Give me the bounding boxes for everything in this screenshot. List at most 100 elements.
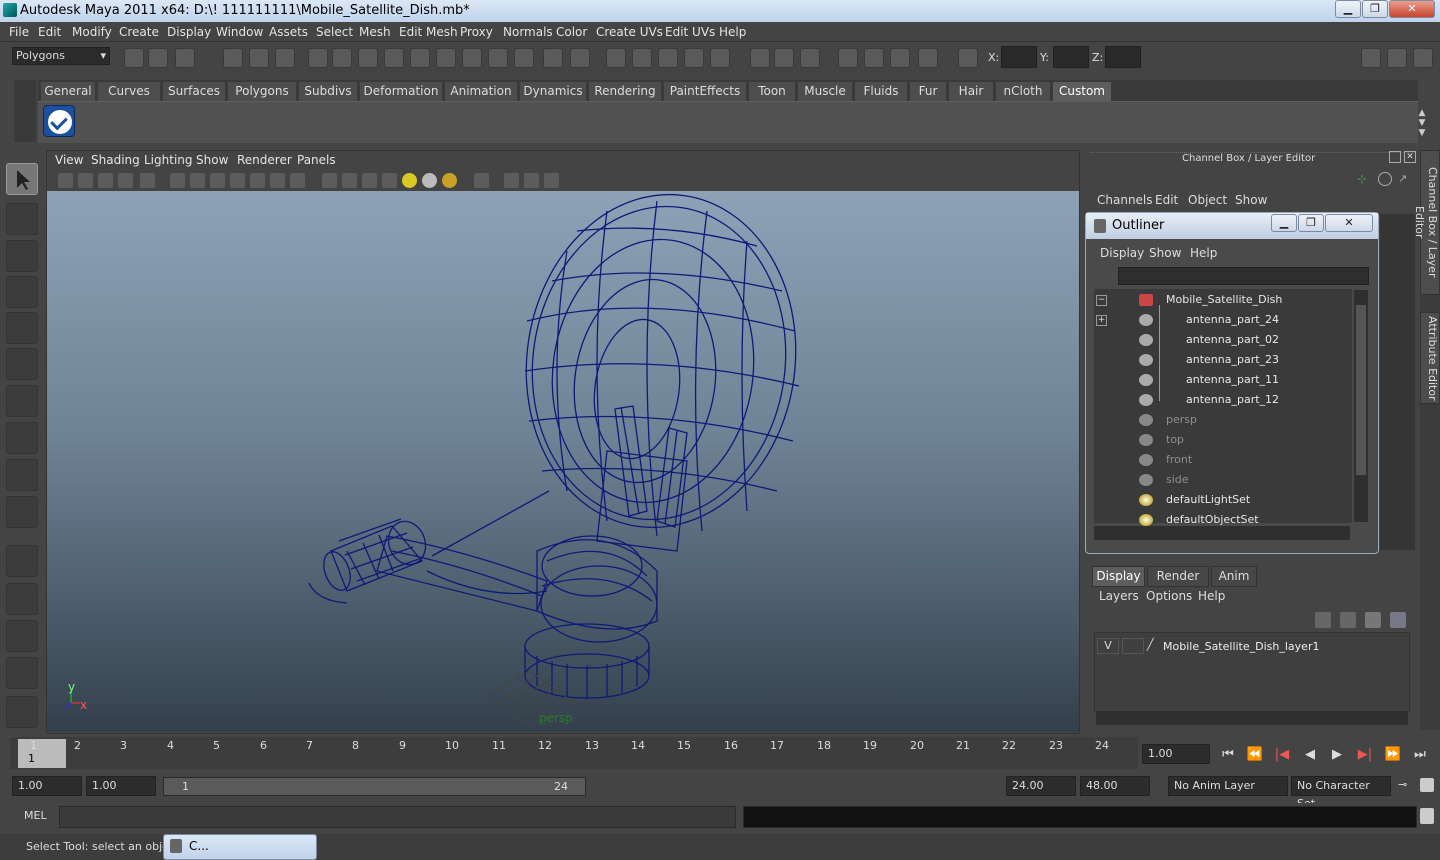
snap-point-icon[interactable] [384,48,404,68]
vp-menu-shading[interactable]: Shading [91,153,140,167]
wireframe-icon[interactable] [322,173,337,188]
open-scene-icon[interactable] [148,48,168,68]
outliner-minimize-button[interactable]: ▁ [1271,214,1297,232]
shelf-tab-fluids[interactable]: Fluids [854,81,908,101]
tool-settings-icon[interactable] [1387,48,1407,68]
outliner-item[interactable]: antenna_part_11 [1186,373,1279,386]
new-layer-selected-icon[interactable] [1390,612,1406,628]
outliner-filter-field[interactable] [1118,267,1369,285]
safe-title-icon[interactable] [290,173,305,188]
outliner-item[interactable]: persp [1166,413,1197,426]
textured-icon[interactable] [382,173,397,188]
outliner-maximize-button[interactable]: ❐ [1298,214,1324,232]
menu-file[interactable]: File [9,25,29,39]
input-ops-icon[interactable] [606,48,626,68]
layers-menu-layers[interactable]: Layers [1099,589,1139,603]
outliner-scroll-thumb[interactable] [1356,305,1366,475]
save-scene-icon[interactable] [175,48,195,68]
lasso-tool-icon[interactable] [6,203,38,235]
go-to-end-icon[interactable]: ⏭ [1410,746,1430,764]
shelf-handle[interactable] [14,80,36,142]
ipr-icon[interactable] [918,48,938,68]
layers-menu-help[interactable]: Help [1198,589,1225,603]
menu-set-dropdown[interactable]: Polygons ▾ [12,47,110,65]
shelf-tab-painteffects[interactable]: PaintEffects [663,81,747,101]
collapse-icon[interactable]: − [1096,295,1107,306]
step-back-frame-icon[interactable]: |◀ [1272,746,1292,764]
grid-icon[interactable] [170,173,185,188]
command-input[interactable] [59,806,736,828]
menu-display[interactable]: Display [167,25,211,39]
layer-visibility-toggle[interactable]: V [1097,638,1119,654]
check-icon[interactable] [43,105,75,137]
resolution-gate-icon[interactable] [210,173,225,188]
menu-edit[interactable]: Edit [38,25,61,39]
snap-plane-icon[interactable] [410,48,430,68]
layer-color-swatch[interactable]: ╱ [1147,638,1161,654]
attribute-editor-icon[interactable] [1413,48,1433,68]
vp-menu-view[interactable]: View [55,153,83,167]
play-backwards-icon[interactable]: ◀ [1300,746,1320,764]
menu-proxy[interactable]: Proxy [460,25,493,39]
select-component-icon[interactable] [275,48,295,68]
paint-select-tool-icon[interactable] [6,240,38,272]
gate-mask-icon[interactable] [230,173,245,188]
float-panel-icon[interactable] [1389,151,1401,163]
outliner-item[interactable]: defaultLightSet [1166,493,1250,506]
channel-icon-b[interactable] [1378,172,1392,186]
playback-end-field[interactable]: 24.00 [1006,776,1076,796]
film-gate-icon[interactable] [190,173,205,188]
layer-tab-display[interactable]: Display [1092,566,1145,587]
channel-icon-a[interactable]: ⊹ [1357,172,1371,186]
menu-mesh[interactable]: Mesh [359,25,391,39]
outliner-menu-show[interactable]: Show [1149,246,1181,260]
history-icon[interactable] [570,48,590,68]
shelf-tab-curves[interactable]: Curves [97,81,161,101]
render-settings-icon[interactable] [800,48,820,68]
outliner-item[interactable]: antenna_part_24 [1186,313,1279,326]
layer-tab-render[interactable]: Render [1147,566,1209,587]
snap-together-icon[interactable] [710,48,730,68]
menu-create[interactable]: Create [119,25,159,39]
outliner-horizontal-scrollbar[interactable] [1094,526,1350,540]
move-layer-up-icon[interactable] [1315,612,1331,628]
menu-select[interactable]: Select [316,25,353,39]
four-view-layout-icon[interactable] [6,583,38,615]
all-lights-icon[interactable] [422,173,437,188]
lock-icon[interactable] [543,48,563,68]
new-layer-icon[interactable] [1365,612,1381,628]
layer-playback-toggle[interactable] [1122,638,1144,654]
range-slider[interactable] [163,777,586,796]
current-frame-marker[interactable] [18,739,66,768]
z-field[interactable] [1105,46,1141,68]
step-back-key-icon[interactable]: ⏪ [1245,746,1265,764]
close-panel-icon[interactable]: ✕ [1404,151,1416,163]
last-tool-icon[interactable] [6,496,38,528]
mask-dropdown-icon[interactable] [308,48,328,68]
bookmark-icon[interactable] [98,173,113,188]
move-tool-icon[interactable] [6,276,38,308]
shadows-icon[interactable] [442,173,457,188]
isolate-select-icon[interactable] [474,173,489,188]
outliner-item[interactable]: antenna_part_02 [1186,333,1279,346]
hypershade-layout-icon[interactable] [6,696,38,728]
cb-menu-edit[interactable]: Edit [1155,193,1178,207]
step-forward-frame-icon[interactable]: ▶| [1355,746,1375,764]
layers-menu-options[interactable]: Options [1146,589,1192,603]
hypershade-icon[interactable] [890,48,910,68]
current-time-field[interactable]: 1.00 [1142,744,1210,764]
outliner-item[interactable]: defaultObjectSet [1166,513,1259,526]
clapboard-icon[interactable] [864,48,884,68]
rotate-tool-icon[interactable] [6,312,38,344]
shelf-tab-muscle[interactable]: Muscle [797,81,853,101]
maximize-button[interactable]: ❐ [1362,0,1388,18]
scale-tool-icon[interactable] [6,348,38,380]
cb-menu-show[interactable]: Show [1235,193,1267,207]
xray-icon[interactable] [504,173,519,188]
key-icon[interactable]: ⊸ [1398,778,1412,792]
cb-menu-channels[interactable]: Channels [1097,193,1153,207]
menu-edit-mesh[interactable]: Edit Mesh [399,25,458,39]
channel-box-toggle-icon[interactable] [1361,48,1381,68]
layer-horizontal-scrollbar[interactable] [1096,711,1408,725]
xray-joints-icon[interactable] [524,173,539,188]
